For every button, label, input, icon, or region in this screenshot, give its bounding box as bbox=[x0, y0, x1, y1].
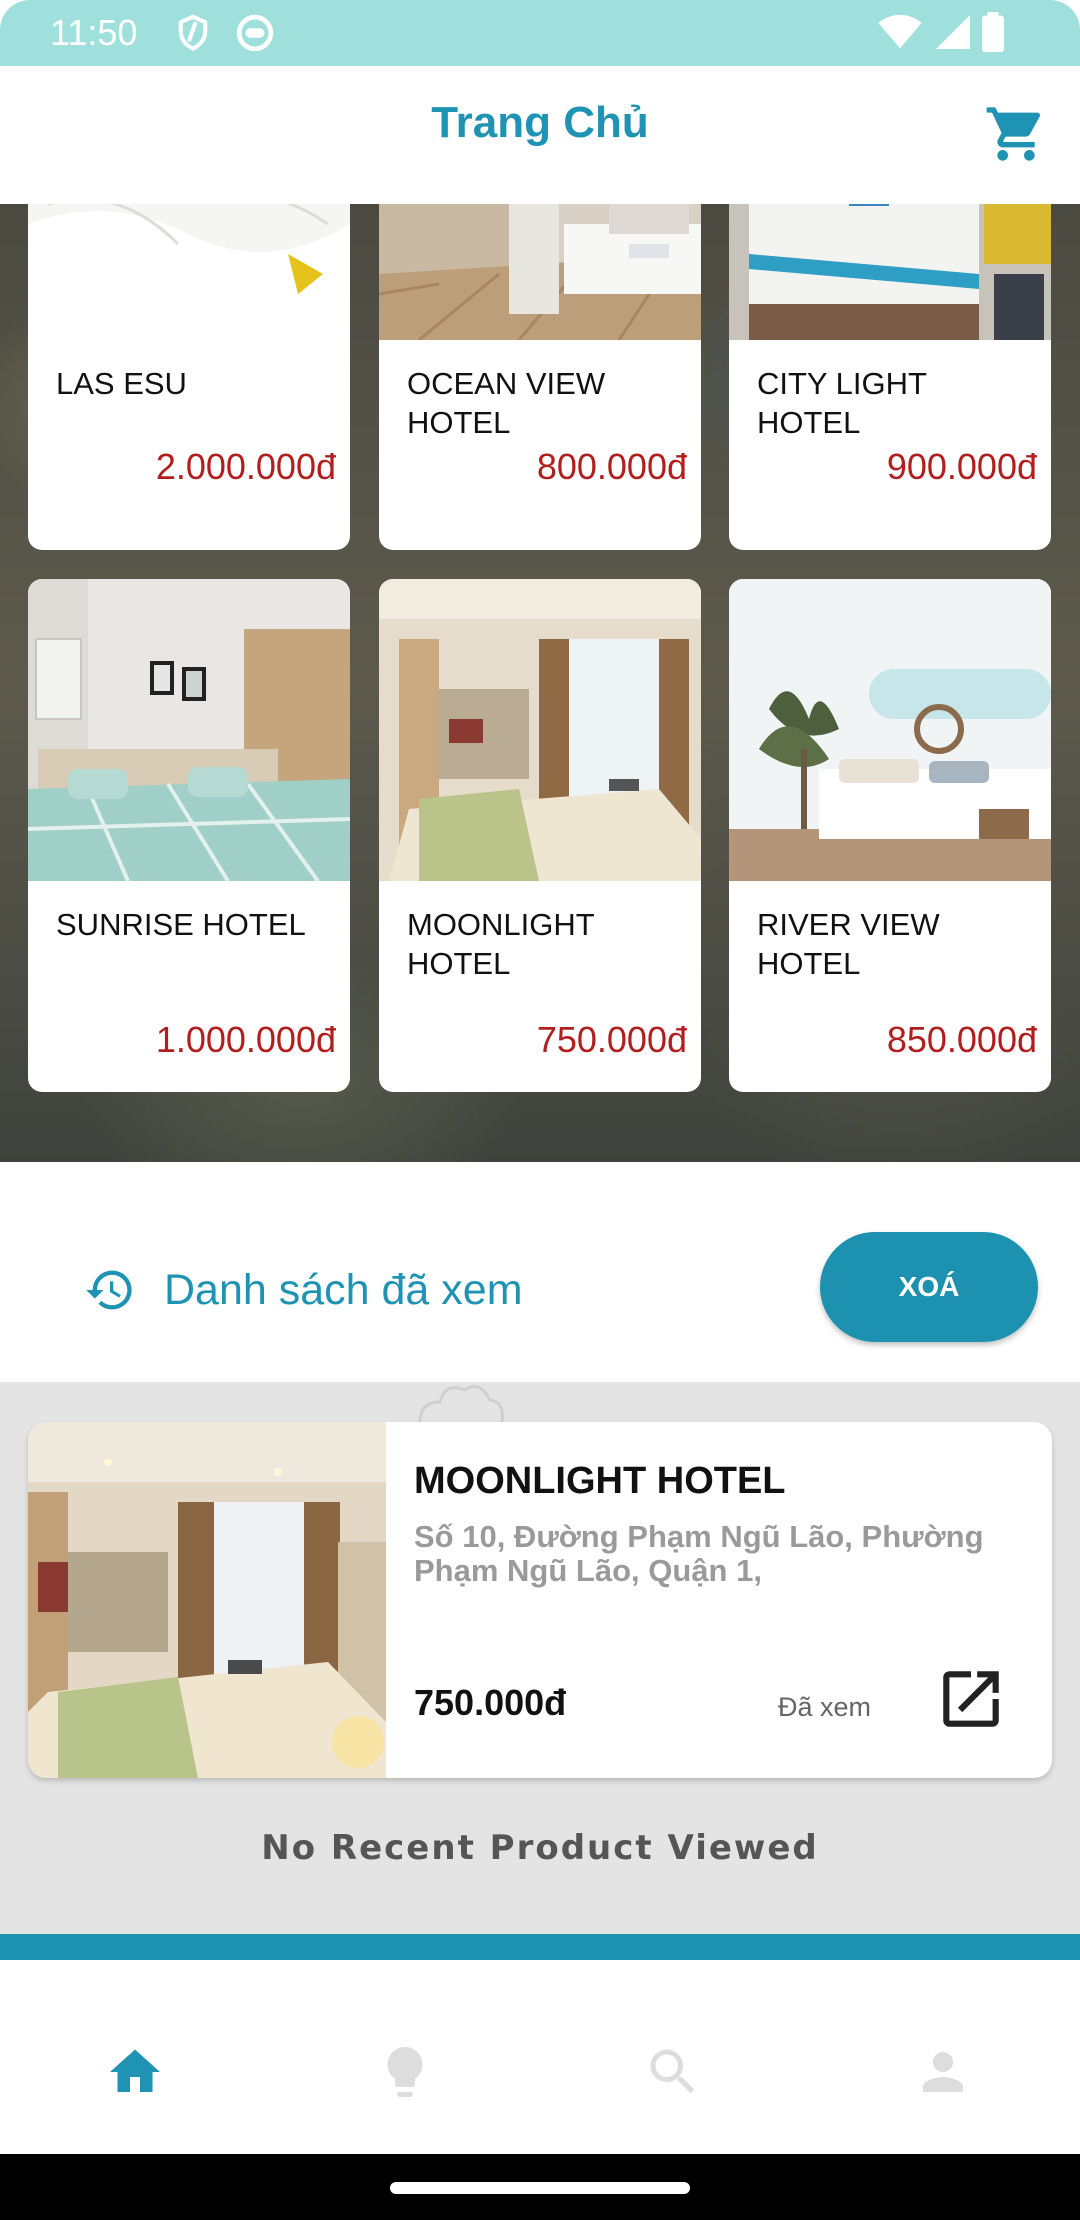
wifi-icon bbox=[878, 14, 922, 49]
cloud-decoration-icon bbox=[418, 1385, 504, 1422]
page-title: Trang Chủ bbox=[431, 98, 649, 147]
battery-icon bbox=[982, 12, 1004, 52]
recent-hotel-price: 750.000đ bbox=[414, 1682, 567, 1723]
hotel-price: 750.000đ bbox=[536, 1019, 687, 1060]
hotel-image bbox=[379, 579, 701, 881]
hotel-price: 850.000đ bbox=[886, 1019, 1037, 1060]
hotel-card[interactable]: CITY LIGHT HOTEL 900.000đ bbox=[729, 204, 1051, 550]
person-icon[interactable] bbox=[913, 2042, 973, 2102]
no-recent-message: No Recent Product Viewed bbox=[261, 1828, 819, 1868]
hotel-image bbox=[28, 204, 350, 340]
history-icon bbox=[86, 1270, 132, 1310]
search-icon[interactable] bbox=[643, 2042, 703, 2102]
recent-section-title: Danh sách đã xem bbox=[164, 1266, 523, 1314]
recent-header: Danh sách đã xem XOÁ bbox=[0, 1162, 1080, 1382]
hotel-image bbox=[729, 579, 1051, 881]
bottom-nav bbox=[0, 1996, 1080, 2154]
app-notification-icon bbox=[236, 14, 274, 52]
lightbulb-icon[interactable] bbox=[375, 2042, 435, 2102]
recent-hotel-address: Số 10, Đường Phạm Ngũ Lão, Phường Phạm N… bbox=[414, 1520, 984, 1588]
home-gesture-handle[interactable] bbox=[390, 2182, 690, 2194]
hotel-price: 800.000đ bbox=[536, 446, 687, 487]
hotel-name: CITY LIGHT HOTEL bbox=[757, 366, 927, 440]
shopping-cart-icon[interactable] bbox=[984, 102, 1048, 166]
divider-strip bbox=[0, 1934, 1080, 1960]
hotel-price: 1.000.000đ bbox=[155, 1019, 336, 1060]
recent-hotel-name: MOONLIGHT HOTEL bbox=[414, 1460, 786, 1502]
hotel-name: RIVER VIEW HOTEL bbox=[757, 907, 940, 981]
hotel-price: 2.000.000đ bbox=[155, 446, 336, 487]
hotel-image bbox=[379, 204, 701, 340]
shield-icon bbox=[178, 14, 208, 51]
open-external-icon[interactable] bbox=[934, 1662, 1008, 1736]
hotel-card[interactable]: MOONLIGHT HOTEL 750.000đ bbox=[379, 579, 701, 1092]
hotel-grid: LAS ESU 2.000.000đ OCEAN VIEW HOTEL 800.… bbox=[0, 204, 1080, 1162]
hotel-image bbox=[28, 1422, 386, 1778]
app-bar: Trang Chủ bbox=[0, 66, 1080, 204]
signal-icon bbox=[936, 15, 970, 49]
status-bar: 11:50 bbox=[0, 0, 1080, 66]
system-navigation-bar bbox=[0, 2154, 1080, 2220]
hotel-name: MOONLIGHT HOTEL bbox=[407, 907, 595, 981]
hotel-name: SUNRISE HOTEL bbox=[56, 907, 306, 942]
hotel-name: OCEAN VIEW HOTEL bbox=[407, 366, 606, 440]
hotel-price: 900.000đ bbox=[886, 446, 1037, 487]
hotel-card[interactable]: OCEAN VIEW HOTEL 800.000đ bbox=[379, 204, 701, 550]
hotel-name: LAS ESU bbox=[56, 366, 187, 401]
viewed-status: Đã xem bbox=[778, 1692, 872, 1722]
status-time: 11:50 bbox=[50, 12, 138, 53]
hotel-card[interactable]: RIVER VIEW HOTEL 850.000đ bbox=[729, 579, 1051, 1092]
hotel-image bbox=[28, 579, 350, 881]
home-icon[interactable] bbox=[105, 2042, 165, 2102]
recent-list: MOONLIGHT HOTEL Số 10, Đường Phạm Ngũ Lã… bbox=[0, 1382, 1080, 1934]
hotel-card[interactable]: LAS ESU 2.000.000đ bbox=[28, 204, 350, 550]
clear-history-button[interactable]: XOÁ bbox=[820, 1232, 1038, 1342]
hotel-card[interactable]: SUNRISE HOTEL 1.000.000đ bbox=[28, 579, 350, 1092]
recent-item-card[interactable]: MOONLIGHT HOTEL Số 10, Đường Phạm Ngũ Lã… bbox=[28, 1422, 1052, 1778]
hotel-image bbox=[729, 204, 1051, 340]
